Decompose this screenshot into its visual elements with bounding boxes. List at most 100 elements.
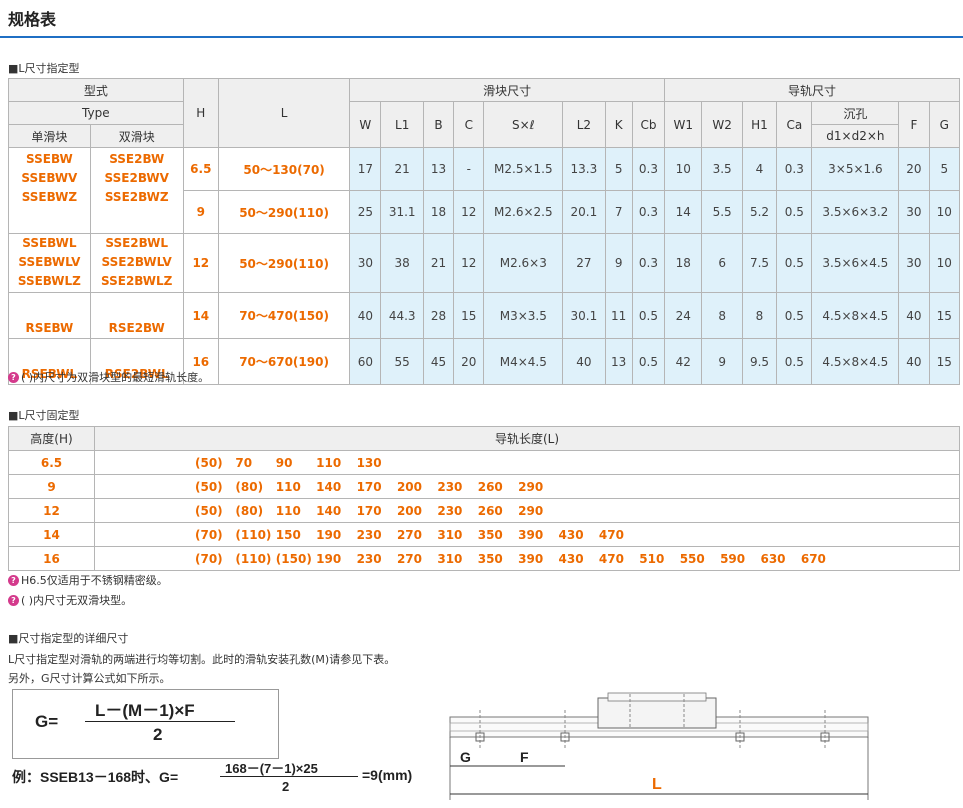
cell-Sxl: M2.6×2.5 (483, 190, 564, 234)
section2-label: ■L尺寸固定型 (8, 409, 80, 422)
rail-length-value: 310 (437, 527, 463, 542)
cell-K: 9 (604, 233, 633, 293)
double-models-3: RSE2BW (89, 292, 184, 339)
th-d1d2h: d1×d2×h (811, 124, 900, 148)
cell-C: 12 (453, 233, 485, 293)
model-name[interactable]: SSEBWL (9, 234, 90, 253)
cell-G: 15 (928, 338, 961, 385)
spec-table-fixed-length: 高度(H) 导轨长度(L) 6.5 (50) 70 90 110 130 9 (50)(… (8, 426, 960, 571)
th-L1: L1 (380, 101, 424, 148)
cell-Sxl: M2.5×1.5 (483, 147, 564, 191)
model-name[interactable]: SSEBWLV (9, 253, 90, 272)
section3-line1: L尺寸指定型对滑轨的两端进行均等切割。此时的滑轨安装孔数(M)请参见下表。 (8, 653, 396, 666)
cell-H: 14 (182, 292, 219, 339)
model-name[interactable]: SSE2BWV (91, 169, 183, 188)
rail-length-value: 110 (275, 503, 301, 518)
cell-L1: 38 (380, 233, 424, 293)
section2-note1: ? H6.5仅适用于不锈钢精密级。 (8, 572, 168, 588)
th-L2: L2 (562, 101, 606, 148)
cell-G: 5 (928, 147, 961, 191)
model-name[interactable]: SSE2BWZ (91, 188, 183, 207)
cell-B: 18 (422, 190, 455, 234)
rail-length-value: 430 (558, 527, 584, 542)
cell-height: 14 (8, 522, 95, 547)
rail-length-value: (50) (195, 455, 223, 470)
model-name[interactable]: RSEBW (9, 321, 90, 335)
cell-K: 13 (604, 338, 633, 385)
cell-L2: 27 (562, 233, 606, 293)
rail-length-value: 230 (437, 479, 463, 494)
single-models-3: RSEBW (8, 292, 91, 339)
table-row: 14 (70) (110) 150 190 230 270 310 350 390 430 470 (8, 522, 960, 547)
table-row: SSEBW SSEBWV SSEBWZ SSE2BW SSE2BWV SSE2B… (8, 147, 961, 234)
cell-G: 10 (928, 190, 961, 234)
cell-K: 5 (604, 147, 633, 191)
th-F: F (898, 101, 930, 148)
rail-length-value: 260 (477, 503, 503, 518)
rail-length-value: 290 (518, 503, 544, 518)
cell-F: 40 (898, 292, 930, 339)
rail-length-value: 270 (396, 527, 423, 542)
th-K: K (604, 101, 633, 148)
rail-length-value: 170 (356, 503, 382, 518)
model-name[interactable]: SSEBW (9, 150, 90, 169)
cell-W: 60 (349, 338, 382, 385)
cell-F: 30 (898, 190, 930, 234)
cell-Cb: 0.5 (631, 338, 666, 385)
model-name[interactable]: SSE2BWLV (91, 253, 183, 272)
th-W1: W1 (664, 101, 703, 148)
model-name[interactable]: SSEBWZ (9, 188, 90, 207)
rail-length-value: 270 (396, 551, 423, 566)
section1-note: ? ( )内尺寸为双滑块型的最短滑轨长度。 (8, 369, 209, 385)
th-Ca: Ca (776, 101, 813, 148)
th-Cb: Cb (631, 101, 666, 148)
title-divider (0, 36, 963, 38)
single-models-1: SSEBW SSEBWV SSEBWZ (8, 147, 91, 234)
cell-height: 6.5 (8, 450, 95, 475)
cell-lengths: (50) 70 90 110 130 (94, 450, 960, 475)
rail-length-value: 290 (518, 479, 544, 494)
section3-label: ■尺寸指定型的详细尺寸 (8, 632, 129, 645)
rail-length-value: (70) (195, 551, 223, 566)
cell-W1: 18 (664, 233, 703, 293)
fraction-bar (85, 721, 235, 722)
rail-length-value: 140 (316, 479, 342, 494)
section3-line2: 另外，G尺寸计算公式如下所示。 (8, 672, 171, 685)
cell-Cb: 0.3 (631, 147, 666, 191)
model-name[interactable]: SSE2BWL (91, 234, 183, 253)
model-name[interactable]: SSE2BW (91, 150, 183, 169)
cell-W: 40 (349, 292, 382, 339)
dim-F-label: F (520, 749, 529, 765)
cell-K: 11 (604, 292, 633, 339)
rail-length-value: (50) (195, 479, 223, 494)
single-models-2: SSEBWL SSEBWLV SSEBWLZ (8, 233, 91, 293)
model-name[interactable]: SSE2BWLZ (91, 272, 183, 291)
th-model: 型式 (8, 78, 184, 102)
cell-C: 12 (453, 190, 485, 234)
cell-L2: 20.1 (562, 190, 606, 234)
rail-length-value: 550 (679, 551, 705, 566)
rail-length-value: 470 (598, 551, 624, 566)
table-row: 12 (50) (80) 110 140 170 200 230 260 290 (8, 498, 960, 523)
cell-d: 3.5×6×3.2 (811, 190, 900, 234)
cell-W2: 5.5 (701, 190, 743, 234)
rail-length-value: 390 (518, 551, 544, 566)
rail-length-value: (70) (195, 527, 223, 542)
formula-denominator: 2 (153, 725, 163, 744)
cell-L1: 21 (380, 147, 424, 191)
rail-length-value: 230 (437, 503, 463, 518)
model-name[interactable]: SSEBWLZ (9, 272, 90, 291)
rail-length-value: (50) (195, 503, 223, 518)
th-rail-dims: 导轨尺寸 (664, 78, 960, 102)
cell-height: 16 (8, 546, 95, 571)
cell-L1: 31.1 (380, 190, 424, 234)
slider-top (607, 692, 707, 702)
cell-H: 9 (182, 190, 219, 234)
model-name[interactable]: SSEBWV (9, 169, 90, 188)
cell-d: 3.5×6×4.5 (811, 233, 900, 293)
th-C: C (453, 101, 485, 148)
cell-lengths: (50) (80) 110 140 170 200 230 260 290 (94, 498, 960, 523)
note-text: ( )内尺寸无双滑块型。 (21, 594, 133, 607)
rail-drawing: G F L (449, 692, 869, 800)
model-name[interactable]: RSE2BW (91, 321, 183, 335)
